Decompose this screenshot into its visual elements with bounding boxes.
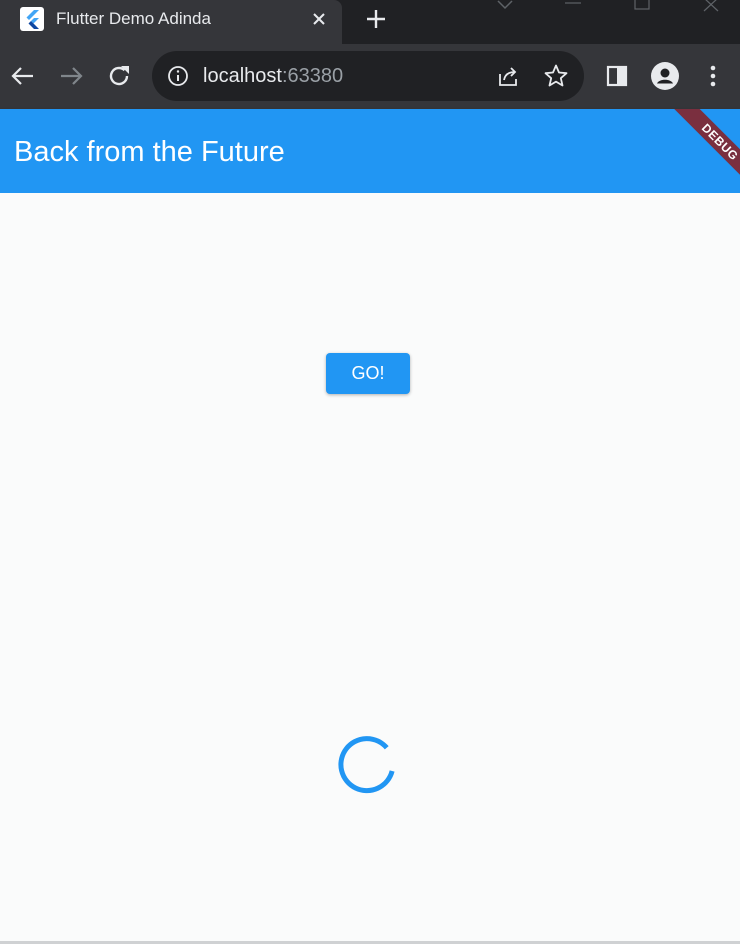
side-panel-icon[interactable] xyxy=(602,61,632,91)
star-icon[interactable] xyxy=(542,62,570,90)
tab-title: Flutter Demo Adinda xyxy=(56,9,211,28)
url-host: localhost xyxy=(203,65,282,87)
address-bar[interactable]: localhost:63380 xyxy=(152,51,584,101)
arrow-right-icon[interactable] xyxy=(56,61,86,91)
debug-banner: DEBUG xyxy=(671,109,740,191)
close-icon[interactable] xyxy=(306,6,332,32)
url-text[interactable]: localhost:63380 xyxy=(203,64,343,88)
browser-toolbar: localhost:63380 xyxy=(0,44,740,109)
kebab-menu-icon[interactable] xyxy=(698,61,728,91)
url-port: :63380 xyxy=(281,65,344,87)
chevron-down-icon[interactable] xyxy=(494,0,516,14)
info-icon[interactable] xyxy=(166,64,190,88)
app-bar: Back from the Future DEBUG xyxy=(0,109,740,193)
share-icon[interactable] xyxy=(494,63,522,91)
page-title: Back from the Future xyxy=(14,136,285,168)
app-body: GO! xyxy=(0,193,740,941)
reload-icon[interactable] xyxy=(104,61,134,91)
browser-tab[interactable]: Flutter Demo Adinda xyxy=(0,0,342,44)
browser-tab-strip: Flutter Demo Adinda xyxy=(0,0,740,44)
go-button[interactable]: GO! xyxy=(326,353,410,394)
plus-icon[interactable] xyxy=(362,5,390,33)
flutter-logo-icon xyxy=(20,7,44,31)
profile-icon[interactable] xyxy=(650,61,680,91)
maximize-icon[interactable] xyxy=(631,0,653,14)
window-close-icon[interactable] xyxy=(700,0,722,14)
arrow-left-icon[interactable] xyxy=(8,61,38,91)
circular-progress-icon xyxy=(336,733,398,795)
minimize-icon[interactable] xyxy=(562,0,584,14)
